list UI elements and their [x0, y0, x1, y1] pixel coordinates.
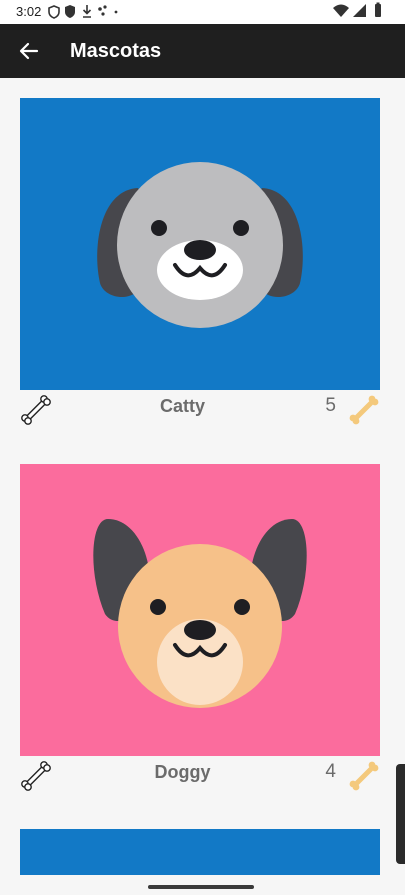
- dog-eye-right: [233, 220, 249, 236]
- vpn-icon: [48, 5, 60, 19]
- wifi-icon: [333, 4, 349, 17]
- app-bar: Mascotas: [0, 24, 405, 78]
- status-bar: 3:02: [0, 0, 405, 24]
- signal-icon: [353, 4, 366, 17]
- page-title: Mascotas: [70, 40, 162, 62]
- bone-filled-icon[interactable]: [348, 760, 380, 792]
- dots-icon: [98, 5, 118, 16]
- pet-image: [20, 464, 380, 756]
- status-left-icons: [48, 3, 118, 24]
- status-time: 3:02: [16, 4, 42, 19]
- pet-name: Catty: [159, 396, 205, 416]
- battery-icon: [375, 2, 381, 17]
- pet-footer: Catty 5: [20, 390, 380, 426]
- dog-eye-left: [150, 599, 166, 615]
- pet-like-count: 5: [325, 395, 336, 416]
- back-button[interactable]: [10, 32, 48, 70]
- dog-nose: [184, 620, 216, 640]
- pet-image: [20, 98, 380, 390]
- arrow-back-icon: [19, 42, 39, 60]
- dog-eye-left: [151, 220, 167, 236]
- home-gesture-handle[interactable]: [148, 885, 254, 889]
- pet-list[interactable]: Catty 5 Doggy 4: [0, 78, 405, 895]
- shield-icon: [65, 5, 75, 18]
- bone-filled-icon[interactable]: [348, 394, 380, 426]
- pet-name: Doggy: [154, 762, 211, 782]
- download-icon: [82, 5, 92, 18]
- pet-like-count: 4: [325, 761, 336, 782]
- pet-card[interactable]: Catty 5: [20, 98, 380, 426]
- status-right-icons: [333, 2, 389, 23]
- edge-handle[interactable]: [396, 764, 405, 864]
- navigation-bar: [0, 875, 405, 895]
- dog-eye-right: [234, 599, 250, 615]
- dog-nose: [184, 240, 216, 260]
- pet-footer: Doggy 4: [20, 756, 380, 792]
- pet-card[interactable]: Doggy 4: [20, 464, 380, 792]
